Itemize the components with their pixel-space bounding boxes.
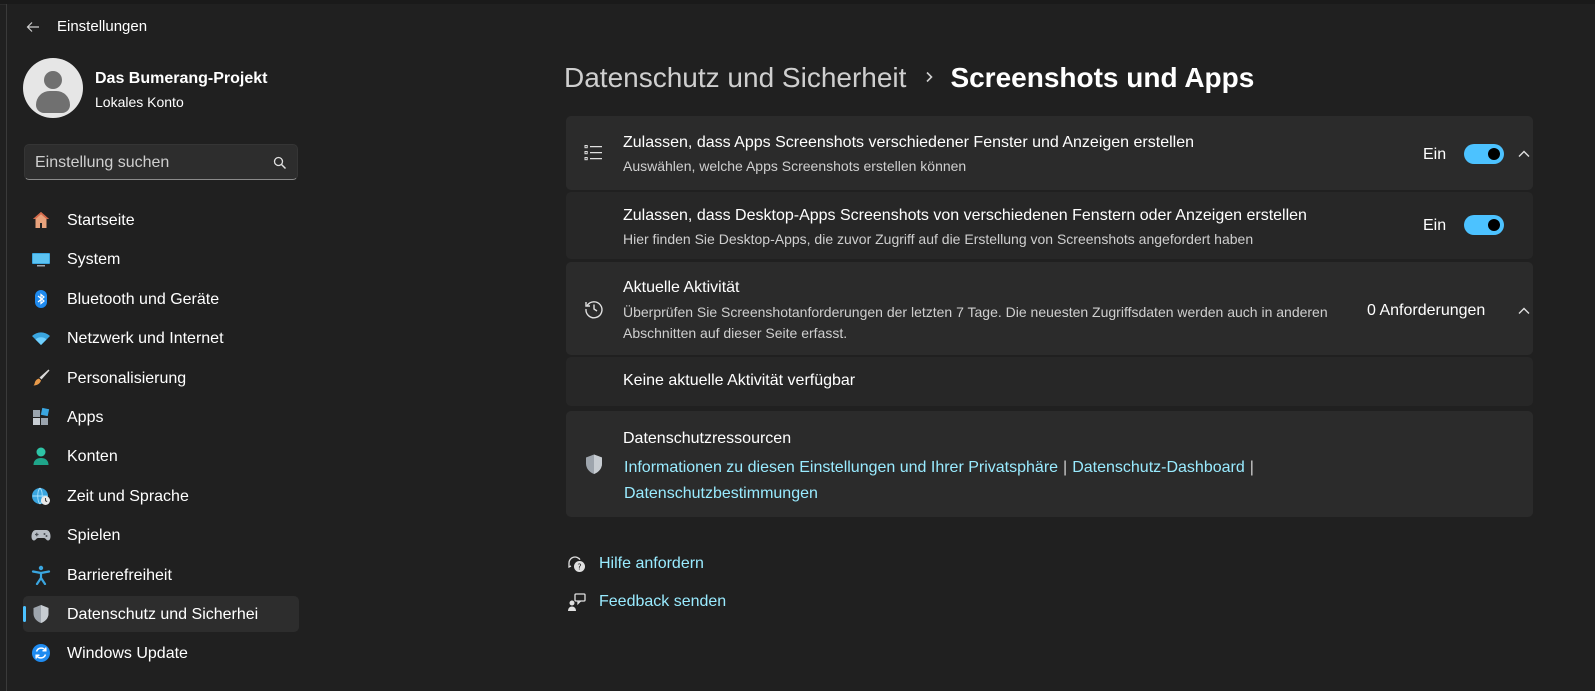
setting-description: Überprüfen Sie Screenshotanforderungen d… — [623, 304, 1328, 341]
send-feedback-label: Feedback senden — [599, 593, 727, 610]
recent-activity-empty-card: Keine aktuelle Aktivität verfügbar — [566, 357, 1533, 406]
update-icon — [32, 644, 50, 663]
svg-text:?: ? — [577, 563, 581, 572]
sidebar-item-zeit-sprache[interactable]: Zeit und Sprache — [23, 478, 299, 514]
sidebar-item-label: Startseite — [67, 212, 135, 229]
sidebar-item-netzwerk[interactable]: Netzwerk und Internet — [23, 320, 299, 356]
sidebar-item-datenschutz[interactable]: Datenschutz und Sicherhei — [23, 595, 299, 632]
apps-icon — [33, 407, 50, 425]
sidebar-item-konten[interactable]: Konten — [23, 438, 299, 474]
search-placeholder: Einstellung suchen — [35, 154, 170, 171]
sidebar-item-bluetooth[interactable]: Bluetooth und Geräte — [23, 281, 299, 317]
chevron-up-icon[interactable] — [1517, 304, 1531, 318]
feedback-icon — [568, 593, 586, 611]
sidebar-item-label: Datenschutz und Sicherhei — [67, 605, 259, 623]
sidebar-nav: Startseite System Bluetooth und Geräte N… — [23, 202, 299, 675]
sidebar-item-label: Windows Update — [67, 645, 188, 663]
privacy-resources-card: Datenschutzressourcen Informationen zu d… — [566, 411, 1533, 517]
link-separator: | — [1063, 459, 1068, 476]
sidebar-item-personalisierung[interactable]: Personalisierung — [23, 360, 299, 396]
chevron-right-icon — [926, 71, 934, 83]
breadcrumb: Datenschutz und Sicherheit Screenshots u… — [564, 62, 1254, 94]
selection-indicator — [23, 605, 26, 622]
setting-description: Auswählen, welche Apps Screenshots erste… — [623, 158, 967, 174]
shield-icon — [586, 454, 602, 474]
desktop-apps-screenshots-card: Zulassen, dass Desktop-Apps Screenshots … — [566, 192, 1533, 259]
empty-activity-text: Keine aktuelle Aktivität verfügbar — [623, 372, 856, 389]
sidebar-item-label: Personalisierung — [67, 369, 187, 387]
monitor-icon — [32, 253, 50, 267]
chevron-up-icon[interactable] — [1517, 147, 1531, 161]
list-icon — [584, 145, 602, 161]
breadcrumb-parent[interactable]: Datenschutz und Sicherheit — [564, 62, 906, 94]
sidebar-item-label: Konten — [67, 448, 118, 466]
user-profile[interactable]: Das Bumerang-Projekt Lokales Konto — [23, 58, 313, 122]
avatar — [23, 58, 83, 118]
search-input[interactable]: Einstellung suchen — [24, 144, 298, 180]
home-icon — [33, 212, 49, 228]
sidebar-item-label: Bluetooth und Geräte — [67, 290, 220, 308]
sidebar-item-spielen[interactable]: Spielen — [23, 517, 299, 553]
sidebar-item-label: System — [67, 251, 121, 269]
person-icon — [33, 447, 49, 466]
sidebar-item-label: Barrierefreiheit — [67, 566, 172, 584]
sidebar-item-label: Zeit und Sprache — [67, 487, 189, 505]
app-title: Einstellungen — [57, 18, 148, 35]
send-feedback-link[interactable]: Feedback senden — [567, 590, 726, 614]
setting-title: Aktuelle Aktivität — [623, 279, 740, 296]
bluetooth-icon — [35, 289, 47, 308]
get-help-label: Hilfe anfordern — [599, 555, 704, 572]
privacy-statement-link[interactable]: Datenschutzbestimmungen — [624, 485, 818, 502]
setting-title: Zulassen, dass Desktop-Apps Screenshots … — [623, 207, 1307, 224]
sidebar-item-label: Spielen — [67, 527, 121, 545]
toggle-state-label: Ein — [1423, 217, 1447, 234]
get-help-link[interactable]: ? Hilfe anfordern — [567, 552, 704, 576]
wifi-icon — [32, 332, 50, 346]
request-count: 0 Anforderungen — [1367, 302, 1486, 319]
privacy-dashboard-link[interactable]: Datenschutz-Dashboard — [1072, 459, 1245, 476]
sidebar-item-label: Netzwerk und Internet — [67, 330, 224, 348]
profile-account-type: Lokales Konto — [95, 94, 184, 110]
sidebar-item-barrierefreiheit[interactable]: Barrierefreiheit — [23, 557, 299, 593]
sidebar-item-system[interactable]: System — [23, 241, 299, 277]
recent-activity-card[interactable]: Aktuelle Aktivität Überprüfen Sie Screen… — [566, 262, 1533, 355]
sidebar-item-apps[interactable]: Apps — [23, 399, 299, 435]
shield-icon — [33, 604, 49, 623]
search-icon — [273, 156, 287, 170]
sidebar-item-label: Apps — [67, 408, 104, 426]
profile-name: Das Bumerang-Projekt — [95, 70, 268, 87]
brush-icon — [33, 369, 50, 386]
globe-clock-icon — [32, 487, 50, 505]
desktop-apps-screenshots-toggle[interactable] — [1464, 215, 1504, 235]
link-separator: | — [1249, 459, 1254, 476]
apps-screenshots-card[interactable]: Zulassen, dass Apps Screenshots verschie… — [566, 116, 1533, 190]
back-button[interactable] — [21, 15, 45, 39]
gamepad-icon — [31, 530, 51, 541]
page-title: Screenshots und Apps — [950, 62, 1255, 93]
apps-screenshots-toggle[interactable] — [1464, 144, 1504, 164]
setting-title: Zulassen, dass Apps Screenshots verschie… — [623, 134, 1194, 151]
privacy-resources-title: Datenschutzressourcen — [623, 430, 792, 447]
privacy-links: Informationen zu diesen Einstellungen un… — [624, 455, 1324, 507]
privacy-info-link[interactable]: Informationen zu diesen Einstellungen un… — [624, 459, 1058, 476]
toggle-state-label: Ein — [1423, 146, 1447, 163]
sidebar-item-windows-update[interactable]: Windows Update — [23, 635, 299, 671]
accessibility-icon — [31, 565, 51, 585]
settings-window: Einstellungen Das Bumerang-Projekt Lokal… — [6, 4, 1595, 691]
setting-description: Hier finden Sie Desktop-Apps, die zuvor … — [623, 231, 1254, 247]
help-icon: ? — [568, 556, 585, 572]
title-bar: Einstellungen — [7, 4, 1595, 50]
sidebar-item-startseite[interactable]: Startseite — [23, 202, 299, 238]
history-icon — [585, 301, 603, 319]
arrow-left-icon — [26, 22, 39, 32]
